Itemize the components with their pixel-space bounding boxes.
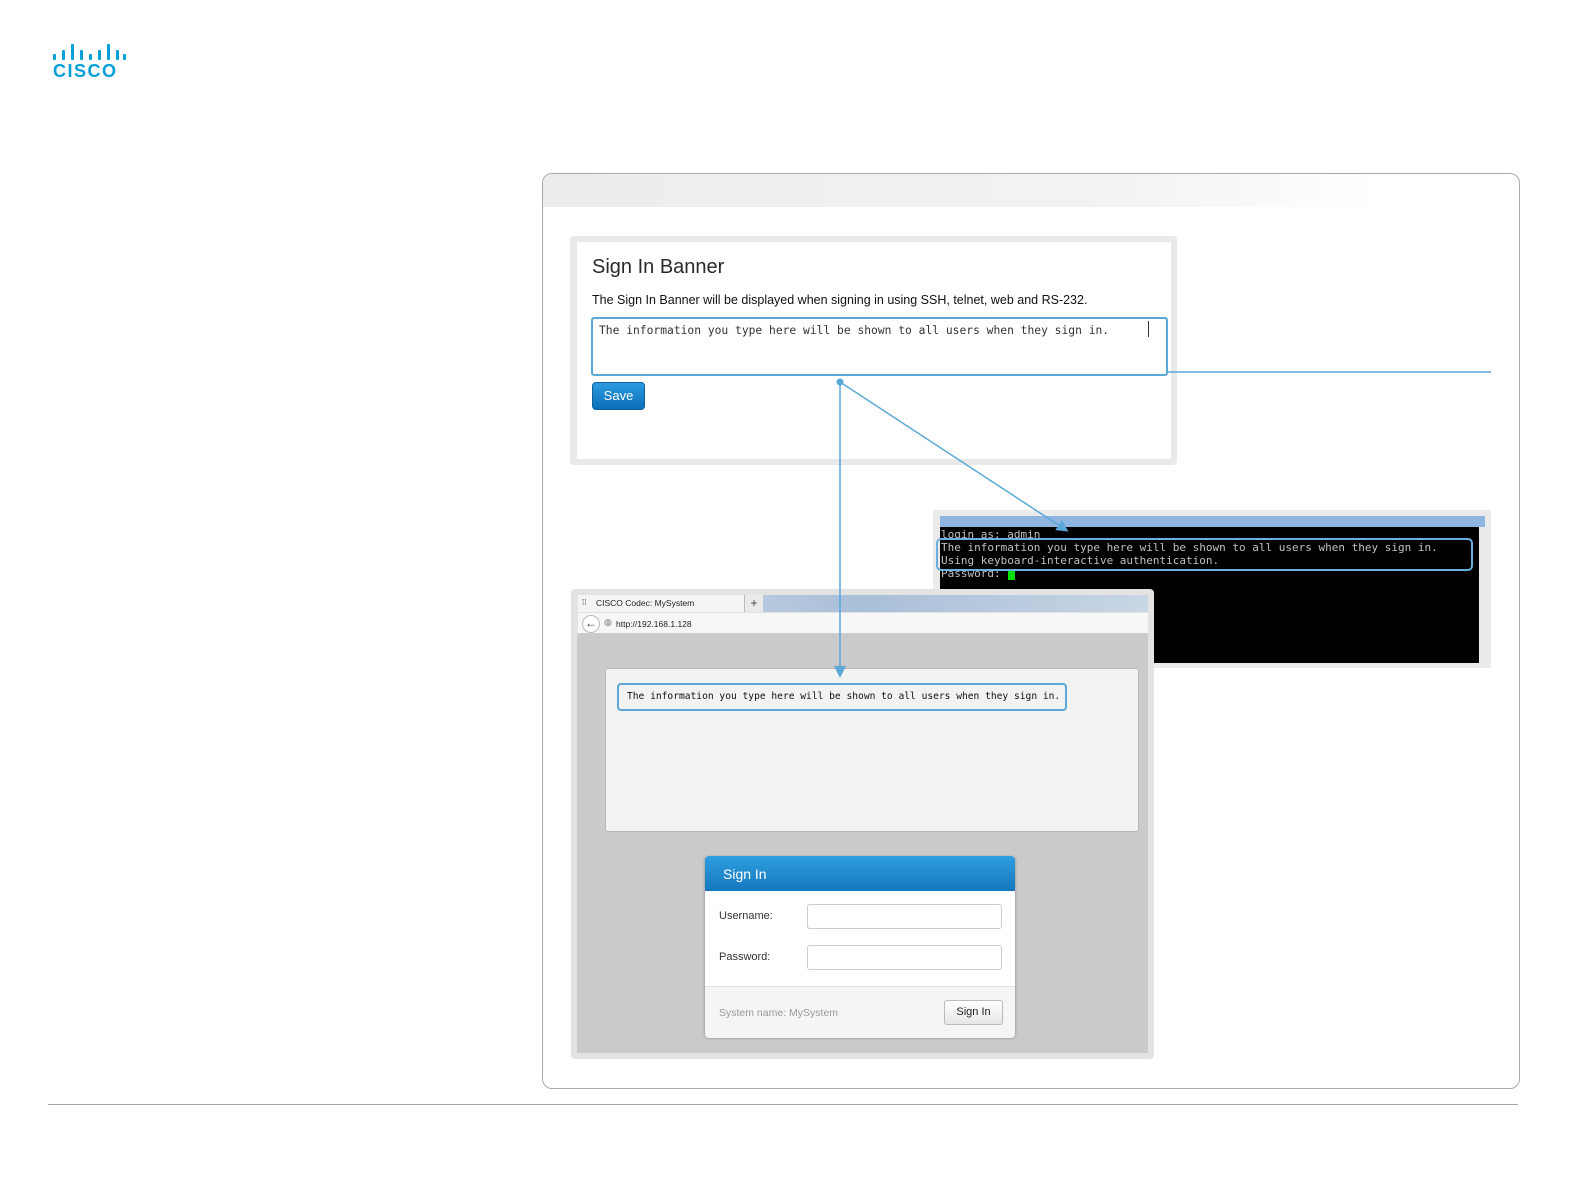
callout-arrow-terminal	[839, 381, 1069, 532]
callout-connectors	[834, 371, 1491, 678]
footer-divider	[48, 1104, 1518, 1105]
callout-origin-dot	[836, 378, 844, 386]
